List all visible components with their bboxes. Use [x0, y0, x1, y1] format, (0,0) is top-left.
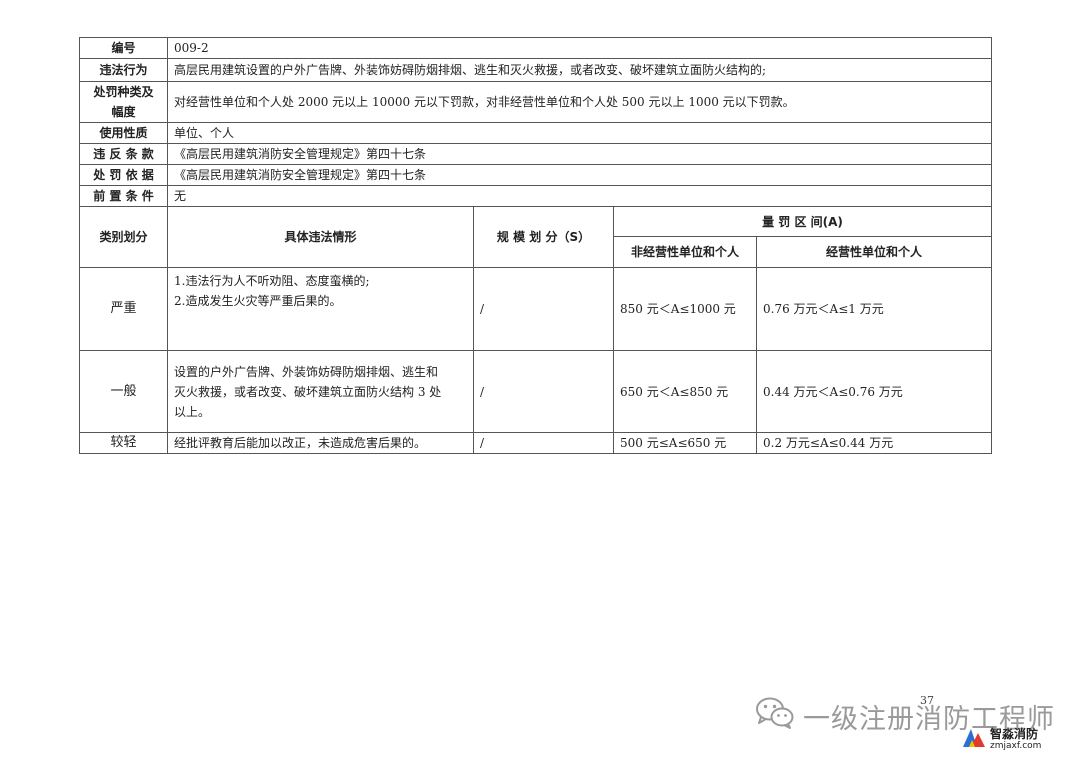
penalty-table: 编号 009-2 违法行为 高层民用建筑设置的户外广告牌、外装饰妨碍防烟排烟、逃…	[79, 37, 993, 454]
situation-line: 2.造成发生火灾等严重后果的。	[174, 294, 342, 308]
situation-line: 1.违法行为人不听劝阻、态度蛮横的;	[174, 274, 370, 288]
level-category: 严重	[79, 267, 168, 351]
level-row-severe: 严重 1.违法行为人不听劝阻、态度蛮横的; 2.造成发生火灾等严重后果的。 / …	[79, 267, 993, 351]
level-scale: /	[473, 267, 614, 351]
level-non-business-range: 650 元＜A≤850 元	[613, 350, 757, 433]
row-clause: 违 反 条 款 《高层民用建筑消防安全管理规定》第四十七条	[79, 143, 993, 165]
level-non-business-range: 500 元≤A≤650 元	[613, 432, 757, 454]
clause-label: 违 反 条 款	[79, 143, 168, 165]
level-business-range: 0.2 万元≤A≤0.44 万元	[755, 432, 993, 454]
logo: 智淼消防 zmjaxf.com	[962, 726, 1041, 752]
situation-line: 经批评教育后能加以改正，未造成危害后果的。	[174, 436, 427, 450]
header-business: 经营性单位和个人	[755, 236, 993, 268]
nature-label: 使用性质	[79, 122, 168, 144]
row-basis: 处 罚 依 据 《高层民用建筑消防安全管理规定》第四十七条	[79, 164, 993, 186]
level-category: 一般	[79, 350, 168, 433]
header-row-1: 类别划分 具体违法情形 规 模 划 分（S） 量 罚 区 间(A)	[79, 206, 993, 268]
violation-value: 高层民用建筑设置的户外广告牌、外装饰妨碍防烟排烟、逃生和灭火救援，或者改变、破坏…	[166, 58, 993, 82]
row-nature: 使用性质 单位、个人	[79, 122, 993, 144]
level-row-minor: 较轻 经批评教育后能加以改正，未造成危害后果的。 / 500 元≤A≤650 元…	[79, 432, 993, 454]
row-code: 编号 009-2	[79, 37, 993, 59]
situation-line: 以上。	[174, 404, 211, 419]
penalty-label-line1: 处罚种类及	[93, 85, 154, 99]
penalty-value: 对经营性单位和个人处 2000 元以上 10000 元以下罚款，对非经营性单位和…	[166, 81, 993, 123]
header-range: 量 罚 区 间(A)	[612, 206, 993, 237]
row-precondition: 前 置 条 件 无	[79, 185, 993, 207]
level-scale: /	[473, 432, 614, 454]
penalty-label-line2: 幅度	[111, 105, 136, 119]
situation-line: 灭火救援，或者改变、破坏建筑立面防火结构 3 处	[174, 384, 442, 399]
header-non-business: 非经营性单位和个人	[613, 236, 757, 268]
wechat-icon	[755, 696, 795, 737]
level-situation: 1.违法行为人不听劝阻、态度蛮横的; 2.造成发生火灾等严重后果的。	[167, 267, 474, 351]
precondition-value: 无	[166, 185, 993, 207]
header-scale: 规 模 划 分（S）	[473, 206, 614, 268]
clause-value: 《高层民用建筑消防安全管理规定》第四十七条	[166, 143, 993, 165]
basis-value: 《高层民用建筑消防安全管理规定》第四十七条	[166, 164, 993, 186]
situation-line: 设置的户外广告牌、外装饰妨碍防烟排烟、逃生和	[174, 364, 439, 379]
level-non-business-range: 850 元＜A≤1000 元	[613, 267, 757, 351]
row-penalty: 处罚种类及 幅度 对经营性单位和个人处 2000 元以上 10000 元以下罚款…	[79, 81, 993, 123]
logo-name: 智淼消防	[990, 726, 1039, 741]
logo-mark-icon	[962, 726, 986, 752]
header-situation: 具体违法情形	[167, 206, 474, 268]
penalty-label: 处罚种类及 幅度	[79, 81, 168, 123]
basis-label: 处 罚 依 据	[79, 164, 168, 186]
level-situation: 经批评教育后能加以改正，未造成危害后果的。	[167, 432, 474, 454]
logo-url: zmjaxf.com	[990, 740, 1042, 751]
row-violation: 违法行为 高层民用建筑设置的户外广告牌、外装饰妨碍防烟排烟、逃生和灭火救援，或者…	[79, 58, 993, 82]
code-label: 编号	[79, 37, 168, 59]
level-business-range: 0.44 万元＜A≤0.76 万元	[755, 350, 993, 433]
precondition-label: 前 置 条 件	[79, 185, 168, 207]
code-value: 009-2	[166, 37, 993, 59]
level-situation: 设置的户外广告牌、外装饰妨碍防烟排烟、逃生和 灭火救援，或者改变、破坏建筑立面防…	[167, 350, 474, 433]
level-business-range: 0.76 万元＜A≤1 万元	[755, 267, 993, 351]
violation-label: 违法行为	[79, 58, 168, 82]
level-row-general: 一般 设置的户外广告牌、外装饰妨碍防烟排烟、逃生和 灭火救援，或者改变、破坏建筑…	[79, 350, 993, 433]
header-category: 类别划分	[79, 206, 168, 268]
level-scale: /	[473, 350, 614, 433]
nature-value: 单位、个人	[166, 122, 993, 144]
level-category: 较轻	[79, 432, 168, 454]
